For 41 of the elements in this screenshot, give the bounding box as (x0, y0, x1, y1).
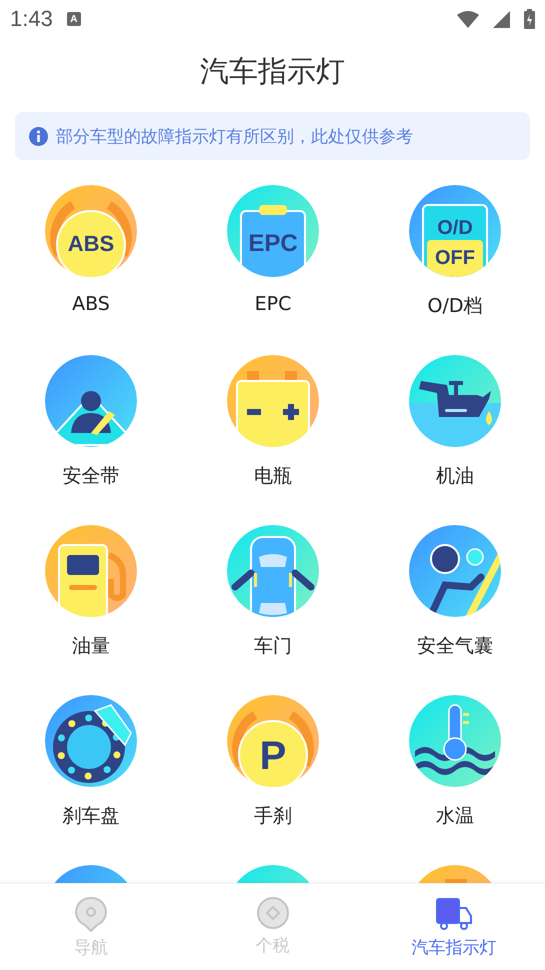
abs-warning-icon[interactable]: ABS (45, 185, 137, 277)
oil-can-icon[interactable] (409, 355, 501, 447)
indicator-label: 电瓶 (254, 464, 292, 489)
page-title: 汽车指示灯 (199, 53, 346, 90)
indicator-label: 车门 (254, 634, 292, 659)
fuel-pump-icon[interactable] (45, 525, 137, 617)
icon-text: ABS (68, 231, 114, 256)
indicator-label: 刹车盘 (62, 804, 120, 829)
wifi-icon (457, 10, 479, 28)
indicator-label: EPC (254, 293, 292, 315)
indicator-label: 安全气囊 (417, 634, 493, 659)
indicator-label: 安全带 (62, 464, 120, 489)
brake-disc-icon[interactable] (45, 695, 137, 787)
airbag-icon[interactable] (409, 525, 501, 617)
icon-text: OFF (435, 247, 475, 269)
indicator-label: O/D档 (428, 294, 482, 319)
coolant-temperature-icon[interactable] (409, 695, 501, 787)
notice-text: 部分车型的故障指示灯有所区别，此处仅供参考 (56, 126, 413, 148)
indicator-label: 手刹 (254, 804, 292, 829)
overdrive-off-icon[interactable]: O/D OFF (409, 185, 501, 277)
status-time: 1:43 (10, 6, 53, 32)
battery-icon[interactable] (227, 355, 319, 447)
seatbelt-icon[interactable] (45, 355, 137, 447)
icon-text: P (260, 734, 286, 778)
nav-tab[interactable]: 汽车指示灯 (363, 884, 545, 970)
indicator-label: ABS (72, 293, 110, 315)
car-door-icon[interactable] (227, 525, 319, 617)
indicator-label: 油量 (72, 634, 110, 659)
signal-icon (493, 10, 510, 28)
icon-text: O/D (437, 217, 473, 239)
info-icon (29, 126, 48, 146)
truck-icon (434, 896, 474, 932)
parking-brake-icon[interactable]: P (227, 695, 319, 787)
coin-icon (256, 896, 290, 930)
location-pin-icon (74, 896, 107, 932)
icon-text: EPC (248, 230, 298, 257)
indicator-label: 水温 (436, 804, 474, 829)
epc-warning-icon[interactable]: EPC (227, 185, 319, 277)
battery-icon (524, 9, 535, 29)
indicator-label: 机油 (436, 464, 474, 489)
notification-icon: A (66, 12, 81, 26)
